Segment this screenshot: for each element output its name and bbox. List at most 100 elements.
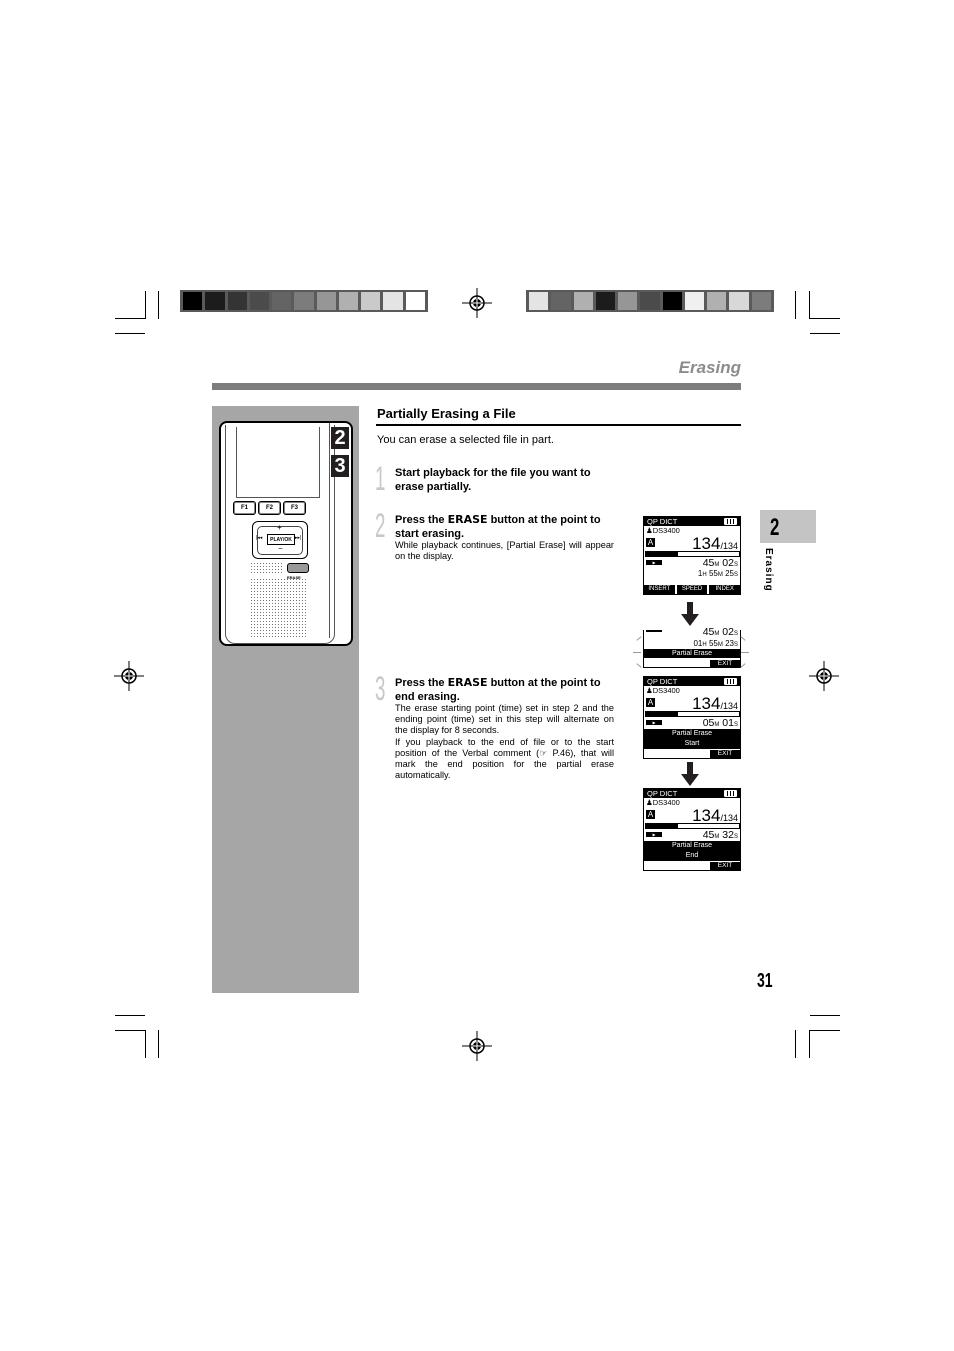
heading-rule bbox=[376, 424, 741, 426]
color-swatch bbox=[183, 292, 203, 310]
erase-button-label: ERASE bbox=[287, 575, 301, 580]
color-swatch bbox=[316, 292, 336, 310]
header-rule bbox=[212, 383, 741, 390]
file-total: /134 bbox=[720, 813, 738, 823]
unit-m: M bbox=[714, 834, 720, 840]
exit-softkey: EXIT bbox=[710, 660, 740, 667]
chapter-number: 2 bbox=[770, 514, 780, 541]
plus-button: + bbox=[277, 523, 282, 532]
elapsed-time: 05M 01S bbox=[703, 717, 738, 729]
device-body: F1 F2 F3 + − |◂◂ ▸▸| PLAY/OK ERASE bbox=[225, 425, 335, 644]
partial-erase-message: Partial Erase End bbox=[644, 841, 740, 861]
navigation-pad: + − |◂◂ ▸▸| PLAY/OK bbox=[252, 521, 308, 559]
f2-button: F2 bbox=[258, 501, 281, 515]
message-line-2: End bbox=[685, 852, 699, 859]
play-icon: ▶ bbox=[646, 560, 662, 565]
erase-key-label: ERASE bbox=[447, 513, 488, 526]
lcd-display-partial-erase: 45M 02S 01H 55M 23S Partial Erase EXIT bbox=[643, 626, 741, 668]
softkey-insert: INSERT bbox=[644, 585, 675, 594]
section-heading: Partially Erasing a File bbox=[377, 406, 516, 421]
registration-crosshair-icon bbox=[462, 288, 492, 318]
exit-softkey: EXIT bbox=[710, 862, 740, 870]
minutes: 55 bbox=[708, 569, 718, 578]
progress-fill bbox=[645, 712, 678, 716]
unit-m: M bbox=[714, 562, 720, 568]
partial-erase-message: Partial Erase Start bbox=[644, 729, 740, 749]
arrow-down-icon bbox=[681, 602, 699, 626]
speaker-grille bbox=[250, 578, 308, 638]
erase-button bbox=[287, 563, 309, 573]
user-icon: ♟ bbox=[646, 686, 653, 695]
step-2-title-pre: Press the bbox=[395, 514, 448, 526]
file-total: /134 bbox=[720, 541, 738, 551]
play-icon: ▶ bbox=[646, 832, 662, 837]
color-swatch bbox=[751, 292, 771, 310]
minus-button: − bbox=[278, 544, 283, 553]
page-number: 31 bbox=[757, 970, 773, 992]
color-swatch bbox=[684, 292, 705, 310]
step-number-3: 3 bbox=[375, 670, 386, 708]
elapsed-time: 45M 02S bbox=[703, 626, 738, 638]
registration-crosshair-icon bbox=[809, 661, 839, 691]
minutes: 45 bbox=[702, 626, 715, 638]
chapter-tab: 2 bbox=[760, 510, 816, 543]
color-swatch bbox=[338, 292, 359, 310]
partial-erase-message: Partial Erase bbox=[644, 649, 740, 658]
color-swatch bbox=[640, 292, 660, 310]
message-line-1: Partial Erase bbox=[671, 842, 713, 849]
minutes: 45 bbox=[702, 557, 715, 569]
elapsed-time: 45M 02S bbox=[703, 557, 738, 569]
f1-button: F1 bbox=[233, 501, 256, 515]
folder-icon: A bbox=[646, 698, 655, 707]
unit-m: M bbox=[717, 642, 723, 648]
color-swatch bbox=[294, 292, 314, 310]
seconds: 23 bbox=[725, 639, 734, 648]
battery-icon bbox=[724, 518, 737, 525]
fast-forward-icon: ▸▸| bbox=[295, 535, 302, 541]
device-illustration: F1 F2 F3 + − |◂◂ ▸▸| PLAY/OK ERASE 2 3 bbox=[219, 421, 353, 646]
step-2-description: While playback continues, [Partial Erase… bbox=[395, 540, 614, 561]
message-line-1: Partial Erase bbox=[671, 730, 713, 737]
message-line-2: Start bbox=[684, 740, 700, 747]
unit-m: M bbox=[714, 631, 720, 637]
unit-h: H bbox=[702, 572, 707, 578]
play-ok-button: PLAY/OK bbox=[267, 534, 295, 545]
unit-h: H bbox=[702, 642, 707, 648]
step-number-2: 2 bbox=[375, 507, 386, 545]
progress-fill bbox=[645, 824, 678, 828]
step-3-description-2: If you playback to the end of file or to… bbox=[395, 737, 614, 780]
file-total: /134 bbox=[720, 701, 738, 711]
battery-icon bbox=[724, 790, 737, 797]
device-screen bbox=[236, 427, 320, 498]
seconds: 32 bbox=[722, 829, 734, 841]
user-icon: ♟ bbox=[646, 526, 653, 535]
color-swatch bbox=[272, 292, 292, 310]
seconds: 25 bbox=[725, 569, 734, 578]
user-label: DS3400 bbox=[652, 798, 680, 807]
unit-s: S bbox=[733, 631, 738, 637]
seconds: 02 bbox=[722, 557, 734, 569]
unit-s: S bbox=[733, 562, 738, 568]
erase-key-label: ERASE bbox=[447, 676, 488, 689]
speaker-grille bbox=[250, 562, 282, 574]
minutes: 05 bbox=[702, 717, 715, 729]
color-swatch bbox=[662, 292, 682, 310]
elapsed-time: 45M 32S bbox=[703, 829, 738, 841]
softkey-index: INDEX bbox=[709, 585, 740, 594]
color-swatch bbox=[227, 292, 247, 310]
play-icon: ▶ bbox=[646, 720, 662, 725]
color-swatch bbox=[405, 292, 425, 310]
unit-s: S bbox=[733, 642, 738, 648]
color-swatch bbox=[205, 292, 225, 310]
section-title: Erasing bbox=[678, 358, 741, 377]
lcd-display-playback: QP DICT ♟DS3400 A 134/134 ▶ 45M 02S 1H 55M… bbox=[643, 516, 741, 595]
color-calibration-bar-right bbox=[526, 290, 774, 312]
color-swatch bbox=[618, 292, 638, 310]
arrow-down-icon bbox=[681, 762, 699, 786]
unit-s: S bbox=[733, 572, 738, 578]
progress-fill bbox=[645, 552, 678, 556]
intro-text: You can erase a selected file in part. bbox=[377, 434, 554, 446]
color-swatch bbox=[573, 292, 593, 310]
user-label: DS3400 bbox=[652, 526, 680, 535]
registration-crosshair-icon bbox=[462, 1031, 492, 1061]
